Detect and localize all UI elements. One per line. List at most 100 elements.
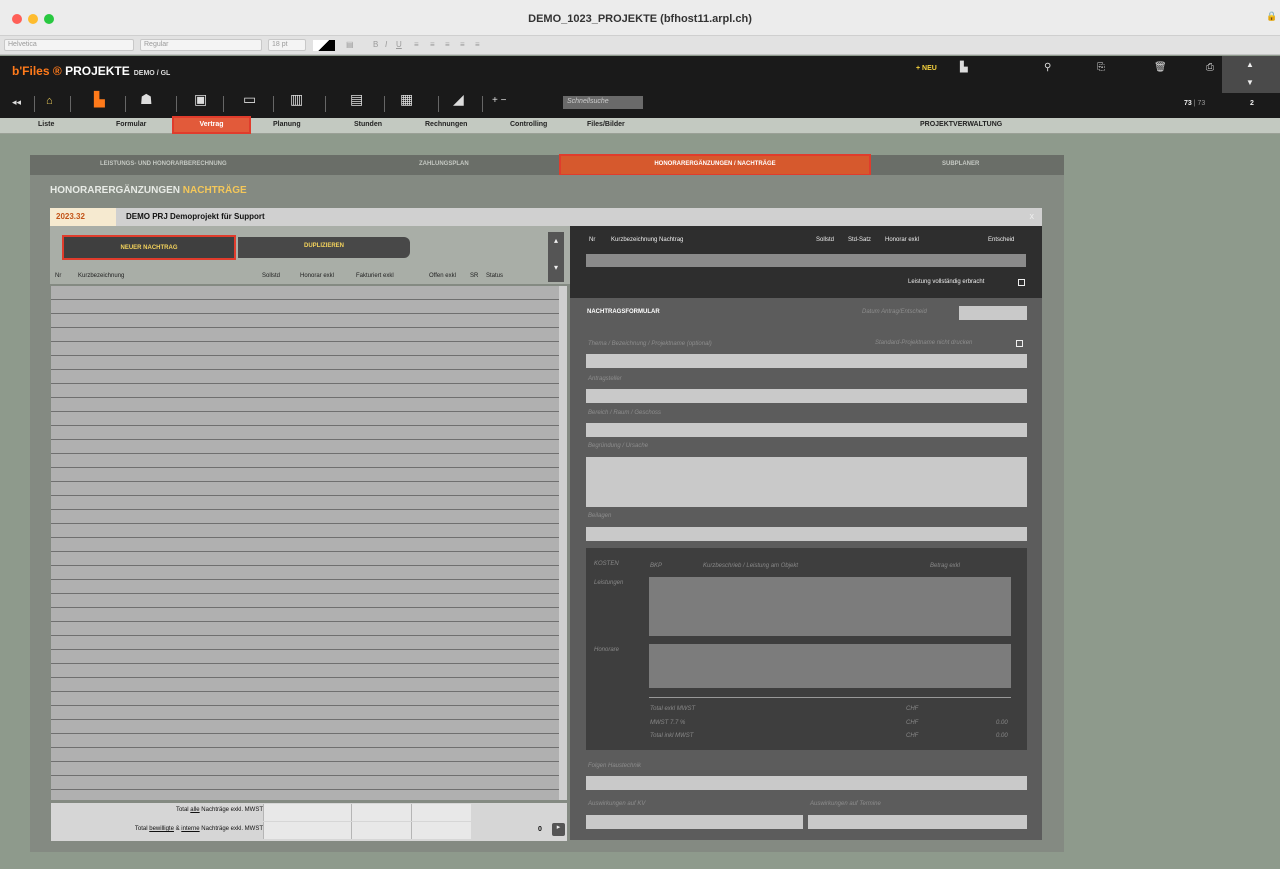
- text-align-icon[interactable]: ▤: [346, 40, 354, 51]
- home-icon[interactable]: ⌂: [46, 95, 53, 119]
- tab-subplaner[interactable]: SUBPLANER: [942, 161, 979, 167]
- menu-rechnungen[interactable]: Rechnungen: [425, 121, 467, 128]
- form-title: NACHTRAGSFORMULAR: [587, 309, 660, 315]
- col-honorar[interactable]: Honorar exkl: [300, 273, 334, 279]
- underline-button[interactable]: U: [396, 40, 402, 51]
- style-select[interactable]: Regular: [140, 39, 262, 51]
- plus-minus-icon[interactable]: + −: [492, 95, 506, 119]
- clipboard-icon[interactable]: ▥: [290, 91, 303, 115]
- nachtrag-list[interactable]: [51, 286, 559, 800]
- vat-label: MWST 7.7 %: [650, 720, 686, 726]
- tab-zahlungsplan[interactable]: ZAHLUNGSPLAN: [419, 161, 469, 167]
- date-field[interactable]: [959, 306, 1027, 320]
- sort-toggle[interactable]: ▴ ▾: [548, 232, 564, 282]
- detail-summary-field[interactable]: [586, 254, 1026, 267]
- people-icon[interactable]: ☗: [140, 91, 153, 115]
- costs-desc: Kurzbeschrieb / Leistung am Objekt: [703, 563, 799, 569]
- col-sr[interactable]: SR: [470, 273, 478, 279]
- record-counter: 73 | 73: [1184, 100, 1206, 107]
- duplicate-icon[interactable]: ⎘: [1097, 62, 1105, 73]
- total-fakturiert: [411, 804, 471, 821]
- forward-icon[interactable]: ▸: [552, 823, 565, 836]
- new-nachtrag-button[interactable]: NEUER NACHTRAG: [62, 235, 236, 260]
- menu-controlling[interactable]: Controlling: [510, 121, 547, 128]
- totals-area: Total alle Nachträge exkl. MWST Total be…: [51, 803, 567, 841]
- detail-col-sollstd: Sollstd: [816, 237, 835, 243]
- quicksearch-input[interactable]: Schnellsuche: [563, 96, 643, 109]
- menu-stunden[interactable]: Stunden: [354, 121, 382, 128]
- attachments-label: Beilagen: [588, 513, 612, 519]
- align-center-button[interactable]: ≡: [430, 40, 435, 51]
- align-right-button[interactable]: ≡: [445, 40, 450, 51]
- services-field[interactable]: [649, 577, 1011, 636]
- size-select[interactable]: 18 pt: [268, 39, 306, 51]
- buildings-icon[interactable]: ▙: [94, 91, 105, 115]
- fees-field[interactable]: [649, 644, 1011, 688]
- impact-schedule-label: Auswirkungen auf Termine: [810, 801, 881, 807]
- align-justify-button[interactable]: ≡: [460, 40, 465, 51]
- menu-formular[interactable]: Formular: [116, 121, 146, 128]
- col-status[interactable]: Status: [486, 273, 503, 279]
- menu-liste[interactable]: Liste: [38, 121, 54, 128]
- monitor-icon[interactable]: ▭: [243, 91, 256, 115]
- building-services-field[interactable]: [586, 776, 1027, 790]
- complete-checkbox[interactable]: [1018, 279, 1025, 286]
- col-fakturiert[interactable]: Fakturiert exkl: [356, 273, 394, 279]
- requester-field[interactable]: [586, 389, 1027, 403]
- no-print-checkbox[interactable]: [1016, 340, 1023, 347]
- detail-col-honorar: Honorar exkl: [885, 237, 920, 243]
- italic-button[interactable]: I: [385, 40, 387, 51]
- col-sollstd[interactable]: Sollstd: [262, 273, 280, 279]
- area-field[interactable]: [586, 423, 1027, 437]
- record-scroller[interactable]: ▲ ▼: [1222, 56, 1280, 93]
- impact-kv-field[interactable]: [586, 815, 803, 829]
- impact-kv-label: Auswirkungen auf KV: [588, 801, 646, 807]
- color-swatch[interactable]: [313, 40, 335, 51]
- detail-col-stdsatz: Std-Satz: [848, 237, 872, 243]
- align-full-button[interactable]: ≡: [475, 40, 480, 51]
- documents-icon[interactable]: ▦: [400, 91, 413, 115]
- attachments-field[interactable]: [586, 527, 1027, 541]
- search-icon[interactable]: ⚲: [1044, 62, 1051, 73]
- chevron-up-icon: ▲: [1246, 60, 1254, 69]
- detail-col-entscheid: Entscheid: [988, 237, 1015, 243]
- project-bar: 2023.32 DEMO PRJ Demoprojekt für Support…: [50, 208, 1042, 226]
- col-kurzbezeichnung[interactable]: Kurzbezeichnung: [78, 273, 124, 279]
- tab-nachtraege[interactable]: HONORARERGÄNZUNGEN / NACHTRÄGE: [559, 154, 871, 176]
- costs-divider: [649, 697, 1011, 698]
- project-number: 2023.32: [50, 208, 116, 226]
- complete-label: Leistung vollständig erbracht: [908, 279, 985, 285]
- col-offen[interactable]: Offen exkl: [429, 273, 456, 279]
- requester-label: Antragsteller: [588, 376, 622, 382]
- record-count: 0: [538, 826, 542, 833]
- sort-icon[interactable]: ▙: [960, 62, 968, 73]
- topic-field[interactable]: [586, 354, 1027, 368]
- total-all-label: Total alle Nachträge exkl. MWST: [175, 807, 263, 813]
- document-icon[interactable]: ▤: [350, 91, 363, 115]
- vat-currency: CHF: [906, 720, 919, 726]
- delete-icon[interactable]: 🗑: [1154, 62, 1167, 73]
- vat-value: 0.00: [996, 720, 1008, 726]
- reason-field[interactable]: [586, 457, 1027, 507]
- contact-card-icon[interactable]: ▣: [194, 91, 207, 115]
- font-select[interactable]: Helvetica: [4, 39, 134, 51]
- menu-planung[interactable]: Planung: [273, 121, 301, 128]
- services-label: Leistungen: [594, 580, 624, 586]
- impact-schedule-field[interactable]: [808, 815, 1027, 829]
- tab-leistungs[interactable]: LEISTUNGS- UND HONORARBERECHNUNG: [100, 161, 227, 167]
- new-record-button[interactable]: + NEU: [916, 65, 937, 72]
- print-icon[interactable]: ⎙: [1206, 62, 1214, 73]
- list-scrollbar[interactable]: [559, 286, 567, 800]
- align-left-button[interactable]: ≡: [414, 40, 419, 51]
- total-honorar: [351, 804, 411, 821]
- close-icon[interactable]: x: [1030, 211, 1035, 221]
- bold-button[interactable]: B: [373, 40, 378, 51]
- subtab-bar: LEISTUNGS- UND HONORARBERECHNUNG ZAHLUNG…: [30, 155, 1064, 175]
- total-excl-currency: CHF: [906, 706, 919, 712]
- col-nr[interactable]: Nr: [55, 273, 61, 279]
- menu-vertrag[interactable]: Vertrag: [172, 116, 251, 134]
- chart-icon[interactable]: ◢: [453, 91, 464, 115]
- detail-col-kurz: Kurzbezeichnung Nachtrag: [611, 237, 684, 243]
- duplicate-button[interactable]: DUPLIZIEREN: [238, 237, 410, 258]
- menu-files[interactable]: Files/Bilder: [587, 121, 625, 128]
